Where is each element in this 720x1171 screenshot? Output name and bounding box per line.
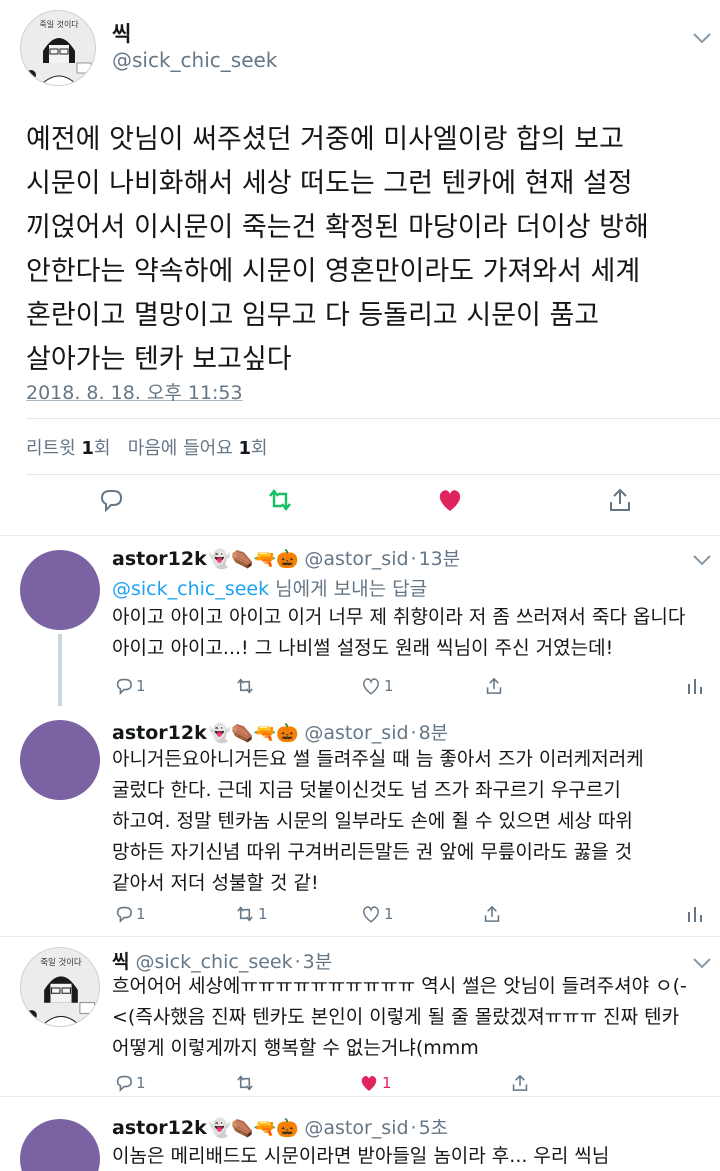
share-action[interactable] <box>482 902 502 926</box>
share-icon <box>484 905 500 922</box>
analytics-icon <box>688 679 702 694</box>
reply-count: 1 <box>136 1074 146 1092</box>
engagement-stats: 리트윗 1회 마음에 들어요 1회 <box>26 434 268 460</box>
avatar[interactable]: 죽일 것이다 <box>20 10 96 86</box>
retweet-icon[interactable] <box>266 486 294 514</box>
like-action[interactable]: 1 <box>358 1071 392 1095</box>
share-icon[interactable] <box>606 486 634 514</box>
author-name[interactable]: astor12k <box>112 1117 207 1139</box>
reply-text: 이놈은 메리배드도 시문이라면 받아들일 놈이라 후... 우리 씩님 <box>112 1145 610 1167</box>
reply-tweet[interactable]: astor12k 👻⚰️🔫🎃 @astor_sid · 13분 @sick_chic_s… <box>0 536 720 706</box>
tweet-text: 예전에 앗님이 써주셨던 거중에 미사엘이랑 합의 보고 시문이 나비화해서 세… <box>26 124 649 375</box>
reply-text: 흐어어어 세상에ㅠㅠㅠㅠㅠㅠㅠㅠㅠㅠ 역시 썰은 앗님이 들려주셔야 ㅇ(- <… <box>112 975 687 1059</box>
reply-time[interactable]: 13분 <box>419 548 461 570</box>
like-count: 1 <box>382 1074 392 1092</box>
avatar[interactable] <box>20 550 100 630</box>
reply-tweet[interactable]: astor12k 👻⚰️🔫🎃 @astor_sid · 5초 이놈은 메리배드도 시문이… <box>0 1097 720 1171</box>
replying-to-handle[interactable]: @sick_chic_seek <box>112 578 269 600</box>
like-count: 1 <box>384 905 394 923</box>
share-icon <box>486 677 502 694</box>
like-stat[interactable]: 마음에 들어요 1회 <box>128 438 268 459</box>
author-name[interactable]: astor12k <box>112 548 207 570</box>
divider <box>26 474 720 475</box>
reply-count: 1 <box>136 677 146 695</box>
author-name[interactable]: 씩 <box>112 18 131 48</box>
avatar-caption: 죽일 것이다 <box>40 957 82 967</box>
author-emojis: 👻⚰️🔫🎃 <box>208 1118 299 1139</box>
reply-text: 아이고 아이고 아이고 이거 너무 제 취향이라 저 좀 쓰러져서 죽다 옵니다… <box>112 606 686 659</box>
reply-count: 1 <box>136 905 146 923</box>
analytics-icon <box>688 907 702 922</box>
author-handle[interactable]: @astor_sid <box>304 1117 408 1139</box>
retweet-icon <box>237 678 253 694</box>
author-handle[interactable]: @astor_sid <box>304 548 408 570</box>
avatar[interactable]: 죽일 것이다 <box>20 947 100 1027</box>
reply-header: astor12k 👻⚰️🔫🎃 @astor_sid · 13분 <box>112 548 461 570</box>
like-action[interactable]: 1 <box>360 902 394 926</box>
reply-tweet[interactable]: astor12k 👻⚰️🔫🎃 @astor_sid · 8분 아니거든요아니거든요 썰 … <box>0 706 720 936</box>
avatar[interactable] <box>20 1119 100 1171</box>
author-handle[interactable]: @sick_chic_seek <box>112 48 277 72</box>
reply-time[interactable]: 3분 <box>303 951 333 973</box>
analytics-action[interactable] <box>686 902 704 926</box>
avatar[interactable] <box>20 720 100 800</box>
replying-to: @sick_chic_seek 님에게 보내는 답글 <box>112 578 428 600</box>
chevron-down-icon[interactable] <box>692 32 712 44</box>
retweet-stat[interactable]: 리트윗 1회 <box>26 438 111 459</box>
reply-tweet[interactable]: 죽일 것이다 씩 @sick_chic_seek · 3분 흐어어어 세상에ㅠㅠㅠㅠㅠ… <box>0 937 720 1095</box>
retweet-icon <box>237 1075 253 1091</box>
chevron-down-icon[interactable] <box>692 554 712 566</box>
like-count: 1 <box>384 677 394 695</box>
share-action[interactable] <box>484 674 504 698</box>
reply-icon <box>116 1075 132 1093</box>
reply-action[interactable]: 1 <box>114 674 146 698</box>
retweet-icon <box>237 906 253 922</box>
reply-header: astor12k 👻⚰️🔫🎃 @astor_sid · 8분 <box>112 722 449 744</box>
reply-action[interactable]: 1 <box>114 902 146 926</box>
retweet-action[interactable] <box>234 1071 258 1095</box>
reply-icon <box>116 906 132 924</box>
main-tweet: 죽일 것이다 씩 @sick_chic_seek 예전에 앗님이 써주셨던 거중… <box>0 0 720 535</box>
chevron-down-icon[interactable] <box>692 957 712 969</box>
author-emojis: 👻⚰️🔫🎃 <box>208 549 299 570</box>
author-name[interactable]: 씩 <box>112 951 129 973</box>
share-icon <box>512 1074 528 1091</box>
thread-line <box>58 634 62 706</box>
author-handle[interactable]: @astor_sid <box>304 722 408 744</box>
reply-text: 아니거든요아니거든요 썰 들려주실 때 늠 좋아서 즈가 이러케저러케 굴렀다 … <box>112 748 644 894</box>
heart-icon <box>361 1075 377 1091</box>
reply-time[interactable]: 8분 <box>419 722 449 744</box>
retweet-count: 1 <box>258 905 268 923</box>
reply-time[interactable]: 5초 <box>419 1117 449 1139</box>
author-name[interactable]: astor12k <box>112 722 207 744</box>
avatar-caption: 죽일 것이다 <box>39 19 79 29</box>
retweet-action[interactable] <box>234 674 258 698</box>
author-emojis: 👻⚰️🔫🎃 <box>208 723 299 744</box>
reply-header: astor12k 👻⚰️🔫🎃 @astor_sid · 5초 <box>112 1117 449 1139</box>
share-action[interactable] <box>510 1071 530 1095</box>
divider <box>26 418 720 419</box>
retweet-action[interactable]: 1 <box>234 902 268 926</box>
author-handle[interactable]: @sick_chic_seek <box>135 951 292 973</box>
reply-action[interactable]: 1 <box>114 1071 146 1095</box>
like-action[interactable]: 1 <box>360 674 394 698</box>
analytics-action[interactable] <box>686 674 704 698</box>
reply-icon <box>116 678 132 696</box>
reply-header: 씩 @sick_chic_seek · 3분 <box>112 951 333 973</box>
heart-icon <box>363 906 379 923</box>
reply-icon[interactable] <box>97 486 125 514</box>
heart-icon <box>363 678 379 695</box>
heart-icon[interactable] <box>436 486 464 514</box>
tweet-timestamp[interactable]: 2018. 8. 18. 오후 11:53 <box>26 378 243 405</box>
